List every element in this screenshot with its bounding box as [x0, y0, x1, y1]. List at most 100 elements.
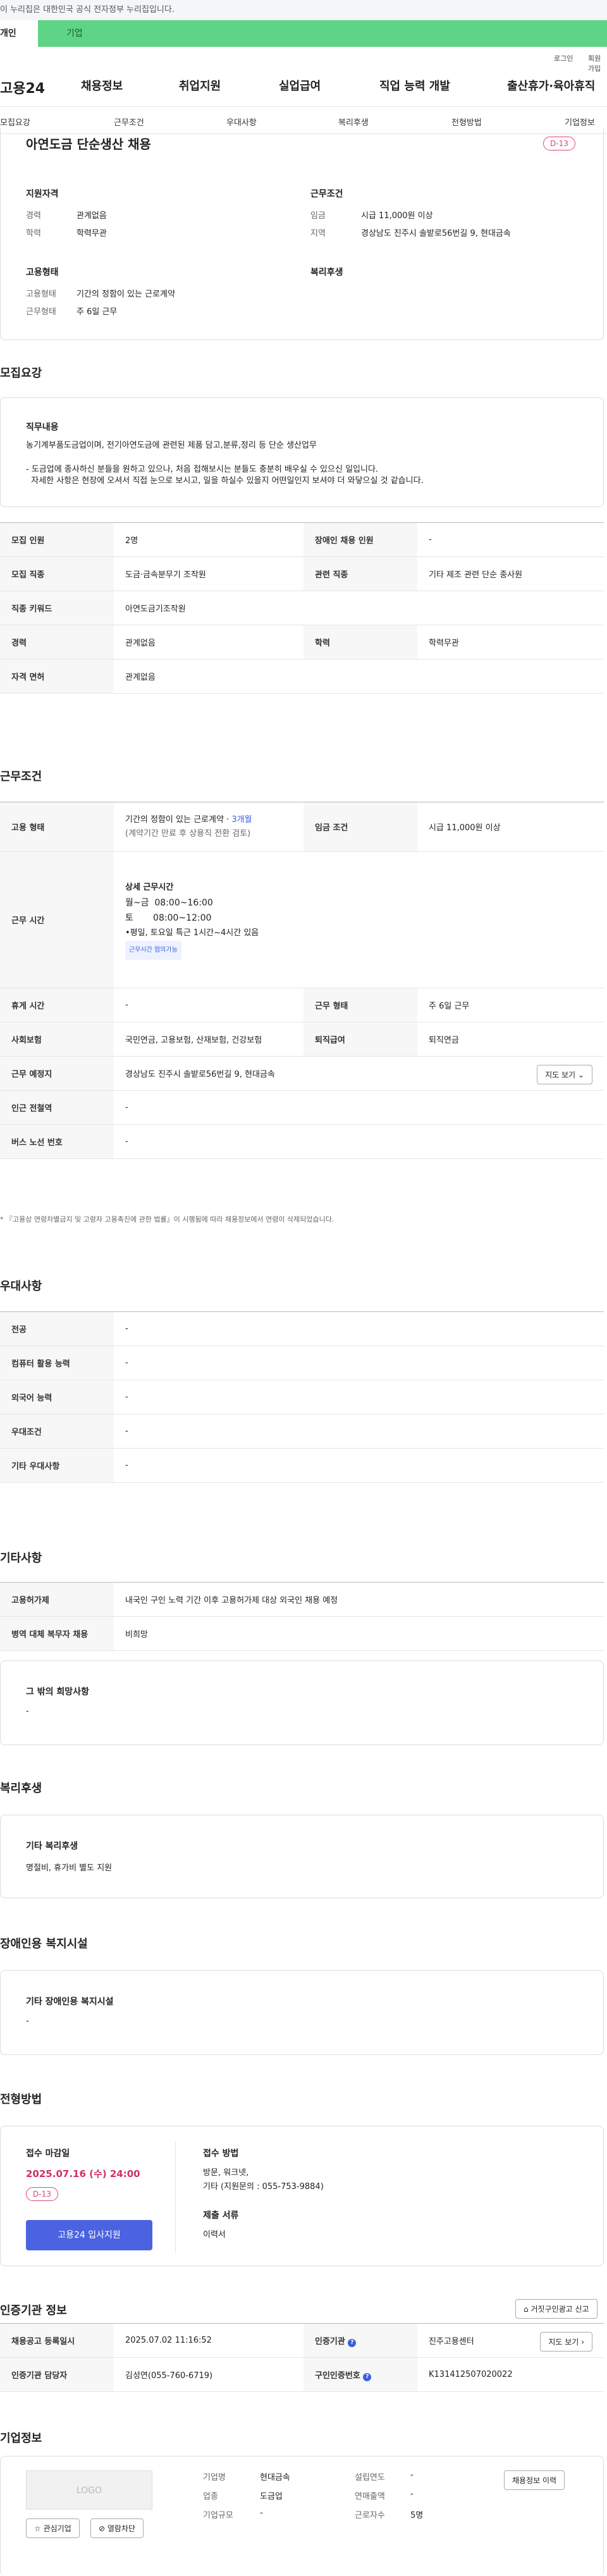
emp-type-note: (계약기간 만료 후 상용직 전환 검토): [125, 828, 251, 838]
cell-label: 사회보험: [0, 1022, 114, 1057]
cell-value: 관계없음: [114, 659, 604, 694]
cell-label: 경력: [0, 625, 114, 659]
history-button[interactable]: 채용정보 이력: [504, 2470, 565, 2490]
cell-value: 아연도금기조작원: [114, 591, 604, 625]
block-company-button[interactable]: ⊘ 열람차단: [90, 2518, 144, 2538]
cell-value: -: [114, 988, 304, 1022]
gov-banner: 이 누리집은 대한민국 공식 전자정부 누리집입니다.: [0, 0, 607, 20]
time-line: 토 08:00~12:00: [125, 912, 212, 923]
gnb-item-employment-support[interactable]: 취업지원: [179, 77, 221, 94]
lnb-item-work[interactable]: 근무조건: [114, 116, 144, 128]
cell-value: 국민연금, 고용보험, 산재보험, 건강보험: [114, 1022, 304, 1057]
table-row: 인근 전철역 -: [0, 1090, 604, 1125]
divider: [175, 2142, 176, 2253]
company-field-value: -: [260, 2508, 263, 2518]
table-row: 직종 키워드 아연도금기조작원: [0, 591, 604, 625]
etc-table: 고용허가제 내국인 구인 노력 기간 이후 고용허가제 대상 외국인 채용 예정 …: [0, 1582, 604, 1651]
wish-title: 그 밖의 희망사항: [26, 1687, 89, 1697]
lnb-item-process[interactable]: 전형방법: [451, 116, 482, 128]
age-note: * 『고용상 연령차별금지 및 고령자 고용촉진에 관한 법률』이 시행됨에 따…: [0, 1215, 334, 1224]
duty-box: 직무내용 농기계부품도금업이며, 전기아연도금에 관련된 제품 담고,분류,정리…: [0, 397, 604, 507]
tab-personal[interactable]: 개인: [0, 20, 38, 47]
summary-card: 아연도금 단순생산 채용 D-13 지원자격 경력 관계없음 학력 학력무관 근…: [0, 128, 604, 340]
gnb-item-training[interactable]: 직업 능력 개발: [379, 77, 450, 94]
company-section-title: 기업정보: [0, 2432, 42, 2445]
company-field-value: -: [410, 2470, 414, 2480]
agency-map-button[interactable]: 지도 보기 ›: [540, 2332, 592, 2352]
table-row: 근무 예정지 경상남도 진주시 솔밭로56번길 9, 현대금속 지도 보기 ⌄: [0, 1056, 604, 1091]
map-button[interactable]: 지도 보기 ⌄: [537, 1065, 592, 1084]
cell-value: -: [114, 1380, 604, 1414]
gnb-item-parental-leave[interactable]: 출산휴가·육아휴직: [507, 77, 595, 94]
company-field-label: 기업규모: [203, 2511, 233, 2520]
welfare-section-title: 복리후생: [0, 1782, 42, 1795]
table-row: 버스 노선 번호 -: [0, 1124, 604, 1159]
company-logo: LOGO: [26, 2470, 152, 2510]
cell-value: 비희망: [114, 1616, 604, 1651]
fav-company-button[interactable]: ☆ 관심기업: [26, 2518, 80, 2538]
welfare-box-title: 기타 복리후생: [26, 1841, 78, 1851]
cell-label: 관련 직종: [304, 556, 417, 591]
company-field-value: -: [410, 2489, 414, 2499]
qual-label: 경력: [26, 211, 41, 221]
cell-value: 2명: [114, 522, 304, 557]
dday-badge: D-13: [543, 137, 575, 150]
table-row: 채용공고 등록일시 2025.07.02 11:16:52 인증기관 ? 진주고…: [0, 2323, 604, 2358]
cell-label: 근무 시간: [0, 851, 114, 988]
gnb-item-jobs[interactable]: 채용정보: [81, 77, 123, 94]
table-row: 모집 인원 2명 장애인 채용 인원 -: [0, 522, 604, 557]
table-row: 우대조건 -: [0, 1414, 604, 1449]
company-field-value: 현대금속: [260, 2473, 290, 2482]
company-field-label: 설립연도: [355, 2473, 385, 2482]
help-icon[interactable]: ?: [348, 2338, 357, 2347]
apply-button[interactable]: 고용24 입사지원: [26, 2220, 152, 2250]
company-box: LOGO ☆ 관심기업 ⊘ 열람차단 기업명 현대금속 설립연도 - 업종 도금…: [0, 2456, 604, 2576]
cell-value: 퇴직연금: [417, 1022, 604, 1057]
main-content: 아연도금 단순생산 채용 D-13 지원자격 경력 관계없음 학력 학력무관 근…: [0, 128, 607, 2486]
cell-value: -: [417, 522, 604, 557]
emp-value: 기간의 정함이 있는 근로계약: [77, 290, 175, 299]
company-field-label: 연매출액: [355, 2492, 385, 2501]
cell-label: 근무 형태: [304, 988, 417, 1022]
cell-label: 컴퓨터 활용 능력: [0, 1346, 114, 1380]
process-section-title: 전형방법: [0, 2093, 42, 2106]
qual-value: 관계없음: [77, 211, 107, 221]
block-label: 열람차단: [107, 2524, 136, 2533]
site-logo[interactable]: 고용24: [0, 77, 45, 97]
lnb-item-pref[interactable]: 우대사항: [226, 116, 257, 128]
map-button-label: 지도 보기: [545, 1070, 576, 1079]
cell-label: 직종 키워드: [0, 591, 114, 625]
duty-line: 농기계부품도금업이며, 전기아연도금에 관련된 제품 담고,분류,정리 등 단순…: [26, 441, 317, 450]
tab-company[interactable]: 기업: [38, 20, 607, 47]
table-row: 외국어 능력 -: [0, 1380, 604, 1414]
gnb-item-unemployment[interactable]: 실업급여: [279, 77, 321, 94]
lnb-item-recruit[interactable]: 모집요강: [0, 116, 30, 128]
help-icon[interactable]: ?: [363, 2372, 372, 2381]
work-label: 지역: [310, 229, 326, 238]
duty-line: - 도금업에 종사하신 분들을 원하고 있으나, 처음 접해보시는 분들도 충분…: [26, 465, 379, 474]
map-button-label: 지도 보기: [548, 2338, 579, 2346]
lnb-item-welfare[interactable]: 복리후생: [338, 116, 369, 128]
emp-type-value: 기간의 정함이 있는 근로계약 ·: [125, 814, 232, 825]
cell-label: 채용공고 등록일시: [0, 2323, 114, 2358]
report-button[interactable]: ⌂ 거짓구인광고 신고: [515, 2299, 598, 2319]
work-label: 임금: [310, 211, 326, 221]
deadline-value: 2025.07.16 (수) 24:00: [26, 2168, 140, 2180]
work-section-title: 근무조건: [0, 770, 42, 783]
login-link[interactable]: 로그인: [554, 53, 573, 63]
company-field-value: 도금업: [260, 2492, 283, 2501]
qual-value: 학력무관: [77, 229, 107, 238]
cell-label: 버스 노선 번호: [0, 1124, 114, 1159]
agency-table: 채용공고 등록일시 2025.07.02 11:16:52 인증기관 ? 진주고…: [0, 2323, 604, 2392]
work-value: 시급 11,000원 이상: [361, 211, 433, 221]
cell-value: -: [114, 1448, 604, 1483]
house-icon: ⌂: [524, 2305, 529, 2314]
method-value: 방문, 워크넷,: [203, 2168, 249, 2178]
cell-label: 임금 조건: [304, 802, 417, 852]
method-value: 기타 (지원문의 : 055-753-9884): [203, 2182, 324, 2192]
cell-value: K131412507020022: [417, 2357, 604, 2392]
cell-value: -: [114, 1311, 604, 1346]
cell-value: -: [114, 1090, 604, 1125]
lnb-item-company[interactable]: 기업정보: [565, 116, 595, 128]
cell-label: 모집 인원: [0, 522, 114, 557]
